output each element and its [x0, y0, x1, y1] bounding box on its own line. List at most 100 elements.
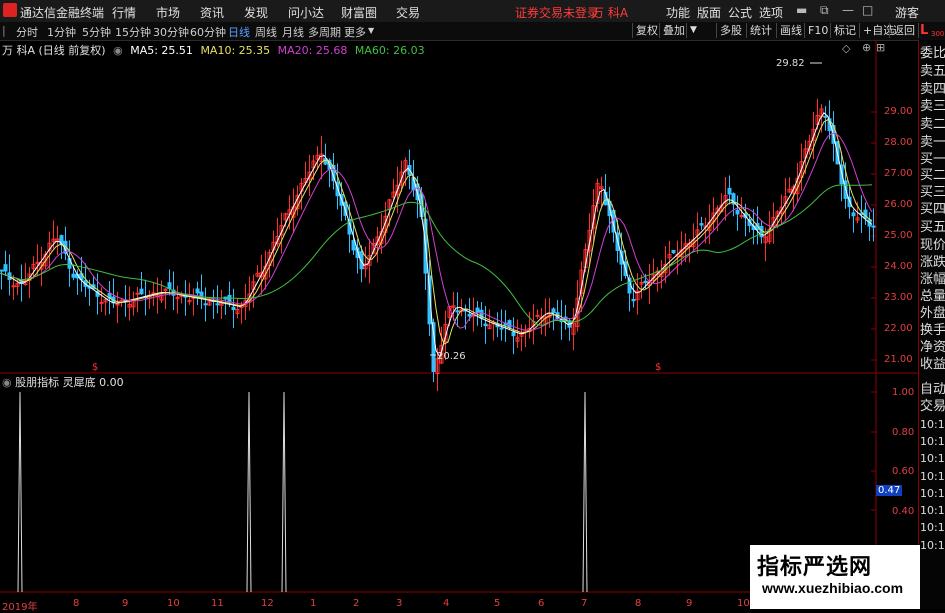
- candle-body: [499, 327, 504, 330]
- menu-quotes[interactable]: 行情: [112, 4, 136, 21]
- right-top-l[interactable]: L: [920, 23, 928, 38]
- x-label-3: 3: [396, 598, 403, 609]
- minimize-icon[interactable]: —: [842, 3, 854, 17]
- candle-body: [195, 288, 200, 294]
- tab-minute[interactable]: 分时: [16, 24, 38, 40]
- menu-function[interactable]: 功能: [666, 4, 690, 21]
- quote-panel-item[interactable]: 买三: [920, 185, 945, 201]
- candle-body: [851, 212, 856, 217]
- quote-panel-item[interactable]: 10:10: [920, 451, 945, 467]
- x-label-6: 6: [538, 598, 545, 609]
- more-chevron-icon[interactable]: ▼: [368, 26, 374, 35]
- quote-panel-item[interactable]: 10:10: [920, 486, 945, 502]
- menu-trade[interactable]: 交易: [396, 4, 420, 21]
- multi-stock-button[interactable]: 多股: [716, 23, 745, 38]
- tab-60min[interactable]: 60分钟: [190, 24, 226, 40]
- quote-panel-item[interactable]: 委比: [920, 46, 945, 62]
- quote-panel-item[interactable]: 涨幅: [920, 272, 945, 288]
- menu-market[interactable]: 市场: [156, 4, 180, 21]
- f10-button[interactable]: F10: [804, 23, 831, 38]
- menu-formula[interactable]: 公式: [728, 4, 752, 21]
- quote-panel-item[interactable]: 10:10: [920, 520, 945, 536]
- y-tick-21: 21.00: [884, 354, 913, 365]
- ind-tick-08: 0.80: [892, 427, 915, 438]
- menu-news[interactable]: 资讯: [200, 4, 224, 21]
- minimize-bar-icon[interactable]: ▬: [796, 3, 807, 17]
- tab-monthly[interactable]: 月线: [282, 24, 304, 40]
- tab-daily[interactable]: 日线: [228, 24, 250, 40]
- quote-panel-item[interactable]: 卖一: [920, 135, 945, 151]
- tab-5min[interactable]: 5分钟: [82, 24, 111, 40]
- drawing-button[interactable]: 画线: [776, 23, 805, 38]
- quote-panel-item[interactable]: 买五: [920, 220, 945, 236]
- candle-body: [0, 269, 4, 272]
- overlay-button[interactable]: 叠加: [659, 23, 688, 38]
- quote-panel-item[interactable]: 卖二: [920, 117, 945, 133]
- indicator-circle-icon[interactable]: ◉: [2, 376, 12, 389]
- login-warning[interactable]: 证券交易未登录: [515, 4, 599, 21]
- quote-panel-item[interactable]: 外盘: [920, 306, 945, 322]
- period-prev-icon[interactable]: |: [2, 24, 6, 37]
- quote-panel-item[interactable]: 10:10: [920, 469, 945, 485]
- quote-panel-item[interactable]: 10:10: [920, 503, 945, 519]
- candle-body: [467, 313, 472, 317]
- quote-panel-item[interactable]: 买二: [920, 168, 945, 184]
- quote-panel-item[interactable]: 自动: [920, 382, 945, 398]
- quote-panel-item[interactable]: 净资: [920, 340, 945, 356]
- candle-body: [511, 331, 516, 337]
- quote-panel-item[interactable]: 涨跌: [920, 255, 945, 271]
- quote-panel-item[interactable]: 10:10: [920, 434, 945, 450]
- x-label-7: 7: [581, 598, 588, 609]
- quote-panel-item[interactable]: 总量: [920, 289, 945, 305]
- quote-panel-item[interactable]: 卖三: [920, 99, 945, 115]
- candle-body: [483, 323, 488, 327]
- quote-panel-item[interactable]: 收益: [920, 357, 945, 373]
- quote-panel-item[interactable]: 10:10: [920, 538, 945, 554]
- quote-panel-item[interactable]: 10:10: [920, 417, 945, 433]
- maximize-icon[interactable]: □: [862, 3, 873, 17]
- restore-icon[interactable]: ⧉: [820, 3, 829, 18]
- quote-panel-item[interactable]: 卖四: [920, 82, 945, 98]
- ind-tick-1: 1.00: [892, 387, 915, 398]
- back-button[interactable]: 返回: [889, 23, 919, 38]
- tab-15min[interactable]: 15分钟: [115, 24, 151, 40]
- candle-body: [643, 280, 648, 284]
- tab-more[interactable]: 更多: [344, 24, 366, 40]
- menu-wealth[interactable]: 财富圈: [341, 4, 377, 21]
- tab-1min[interactable]: 1分钟: [47, 24, 76, 40]
- candle-body: [139, 288, 144, 295]
- guest-label[interactable]: 游客: [895, 4, 919, 21]
- menu-discover[interactable]: 发现: [244, 4, 268, 21]
- x-label-2019: 2019年: [2, 602, 38, 613]
- x-label-10b: 10: [737, 598, 750, 609]
- menu-ask[interactable]: 问小达: [288, 4, 324, 21]
- menu-layout[interactable]: 版面: [697, 4, 721, 21]
- mark-button[interactable]: 标记: [830, 23, 859, 38]
- quote-panel-item[interactable]: 现价: [920, 238, 945, 254]
- ind-tick-04: 0.40: [892, 506, 915, 517]
- candle-body: [115, 303, 120, 306]
- quote-panel-item[interactable]: 买四: [920, 202, 945, 218]
- menu-options[interactable]: 选项: [759, 4, 783, 21]
- right-top-num: 300: [931, 30, 945, 38]
- quote-panel-item[interactable]: 买一: [920, 152, 945, 168]
- candle-body: [739, 215, 744, 218]
- stats-button[interactable]: 统计: [746, 23, 775, 38]
- adjust-button[interactable]: 复权: [632, 23, 661, 38]
- y-tick-25: 25.00: [884, 230, 913, 241]
- x-label-4: 4: [443, 598, 450, 609]
- quote-panel-item[interactable]: 卖五: [920, 64, 945, 80]
- quote-panel-item[interactable]: 交易: [920, 399, 945, 415]
- tab-weekly[interactable]: 周线: [255, 24, 277, 40]
- candle-body: [227, 294, 232, 303]
- candle-body: [699, 223, 704, 226]
- quote-panel-item[interactable]: 换手: [920, 323, 945, 339]
- overlay-dropdown-icon[interactable]: ▼: [686, 23, 701, 38]
- chart-canvas[interactable]: $ $: [0, 40, 918, 609]
- tab-multi-period[interactable]: 多周期: [308, 24, 341, 40]
- x-label-2: 2: [353, 598, 360, 609]
- dividend-marker-icon: $: [655, 362, 661, 373]
- indicator-info: ◉ 股朋指标 灵犀底 0.00: [2, 374, 124, 390]
- indicator-formula: 灵犀底: [62, 376, 96, 389]
- tab-30min[interactable]: 30分钟: [153, 24, 189, 40]
